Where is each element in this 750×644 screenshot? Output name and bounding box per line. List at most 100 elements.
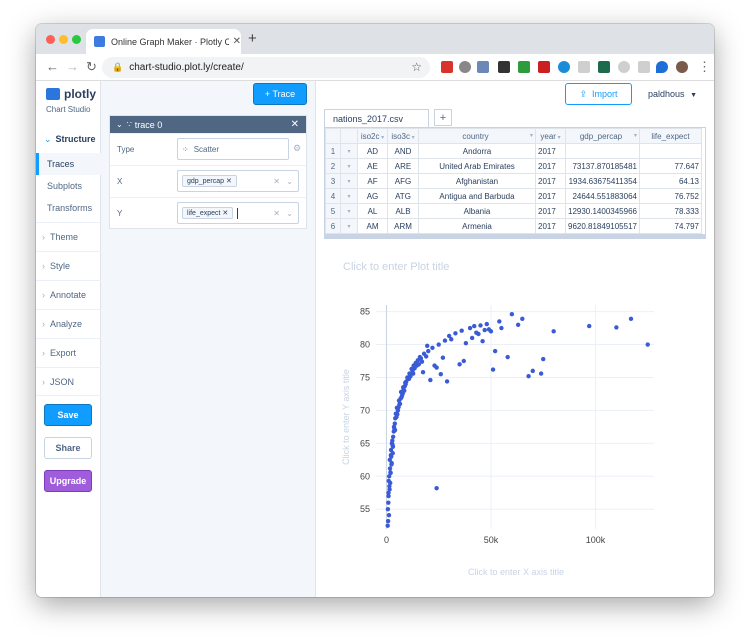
data-point[interactable] <box>400 391 405 396</box>
data-point[interactable] <box>391 424 397 430</box>
y-column-chip[interactable]: life_expect ✕ <box>182 207 234 219</box>
data-point[interactable] <box>438 371 443 377</box>
data-point[interactable] <box>484 321 489 327</box>
back-icon[interactable]: ← <box>46 59 59 74</box>
data-point[interactable] <box>538 371 544 376</box>
extension-icon[interactable] <box>558 61 570 73</box>
data-point[interactable] <box>394 414 399 420</box>
data-point[interactable] <box>526 373 531 379</box>
data-point[interactable] <box>515 322 521 327</box>
data-point[interactable] <box>423 354 429 359</box>
extension-icon[interactable] <box>477 61 489 73</box>
extension-icon[interactable] <box>459 61 471 73</box>
extension-icon[interactable] <box>498 61 510 73</box>
data-point[interactable] <box>426 348 431 354</box>
data-point[interactable] <box>499 325 504 331</box>
data-point[interactable] <box>497 319 502 324</box>
data-point[interactable] <box>505 354 510 360</box>
forward-icon[interactable]: → <box>66 59 79 74</box>
data-point[interactable] <box>461 358 466 364</box>
gear-icon[interactable]: ⚙ <box>293 143 301 154</box>
browser-menu-icon[interactable]: ⋮ <box>698 59 711 75</box>
data-point[interactable] <box>398 396 403 401</box>
close-trace-icon[interactable]: ✕ <box>291 119 299 130</box>
data-point[interactable] <box>385 518 391 524</box>
data-point[interactable] <box>386 500 391 505</box>
data-point[interactable] <box>482 327 487 333</box>
data-point[interactable] <box>541 356 546 362</box>
clear-icon[interactable]: ✕ <box>273 177 280 186</box>
data-point[interactable] <box>490 367 496 372</box>
data-point[interactable] <box>453 331 458 336</box>
zoom-window-button[interactable] <box>72 35 81 44</box>
remove-chip-icon[interactable]: ✕ <box>222 210 228 217</box>
clear-icon[interactable]: ✕ <box>273 209 280 218</box>
data-point[interactable] <box>390 434 396 439</box>
data-point[interactable] <box>418 356 424 361</box>
data-point[interactable] <box>416 362 422 367</box>
extension-icon[interactable] <box>441 61 453 73</box>
data-point[interactable] <box>463 341 469 346</box>
reload-icon[interactable]: ↻ <box>86 59 97 75</box>
data-point[interactable] <box>480 339 485 344</box>
browser-tab[interactable]: Online Graph Maker · Plotly Ch ✕ <box>86 29 241 54</box>
data-point[interactable] <box>390 442 395 447</box>
extension-icon[interactable] <box>578 61 590 73</box>
data-point[interactable] <box>442 338 448 343</box>
scatter-plot[interactable]: 55 60 65 70 75 80 85 0 50k 100k Click to enter X … <box>316 81 714 597</box>
nav-annotate[interactable]: › Annotate <box>36 280 101 309</box>
data-point[interactable] <box>474 330 479 335</box>
nav-sub-traces[interactable]: Traces <box>36 153 101 175</box>
data-point[interactable] <box>530 368 535 374</box>
data-point[interactable] <box>457 362 462 367</box>
trace-header[interactable]: ⌄ ∵ trace 0 ✕ <box>110 116 306 133</box>
data-point[interactable] <box>614 325 619 330</box>
data-point[interactable] <box>386 512 392 518</box>
plotly-logo[interactable]: plotly <box>46 87 96 101</box>
upgrade-button[interactable]: Upgrade <box>44 470 92 492</box>
data-point[interactable] <box>389 462 394 467</box>
data-point[interactable] <box>478 323 483 328</box>
data-point[interactable] <box>388 480 393 486</box>
nav-json[interactable]: › JSON <box>36 367 101 396</box>
data-point[interactable] <box>420 370 426 375</box>
minimize-window-button[interactable] <box>59 35 68 44</box>
data-point[interactable] <box>425 343 430 349</box>
extension-icon[interactable] <box>638 61 650 73</box>
extension-icon[interactable] <box>656 61 668 73</box>
data-point[interactable] <box>628 316 634 322</box>
data-point[interactable] <box>434 485 439 491</box>
data-point[interactable] <box>389 454 394 459</box>
data-point[interactable] <box>444 379 450 384</box>
data-point[interactable] <box>388 470 393 475</box>
data-point[interactable] <box>387 466 393 471</box>
data-point[interactable] <box>385 507 391 512</box>
extension-icon[interactable] <box>618 61 630 73</box>
nav-structure[interactable]: ⌄ Structure <box>36 129 101 149</box>
nav-style[interactable]: › Style <box>36 251 101 280</box>
x-axis-title-placeholder[interactable]: Click to enter X axis title <box>468 567 564 577</box>
profile-avatar[interactable] <box>676 61 688 73</box>
data-point[interactable] <box>412 366 417 371</box>
data-point[interactable] <box>396 404 401 410</box>
y-axis-title-placeholder[interactable]: Click to enter Y axis title <box>341 369 351 465</box>
data-point[interactable] <box>386 474 392 479</box>
x-column-chip[interactable]: gdp_percap ✕ <box>182 175 237 187</box>
add-trace-button[interactable]: + Trace <box>253 83 307 105</box>
chevron-down-icon[interactable]: ⌄ <box>286 177 293 186</box>
nav-theme[interactable]: › Theme <box>36 222 101 251</box>
nav-analyze[interactable]: › Analyze <box>36 309 101 338</box>
data-point[interactable] <box>406 376 412 381</box>
nav-export[interactable]: › Export <box>36 338 101 367</box>
data-point[interactable] <box>459 328 464 333</box>
extension-icon[interactable] <box>598 61 610 73</box>
data-point[interactable] <box>492 348 498 354</box>
tab-close-icon[interactable]: ✕ <box>233 36 241 47</box>
data-point[interactable] <box>440 355 446 360</box>
data-point[interactable] <box>428 377 433 383</box>
data-point[interactable] <box>551 329 556 334</box>
share-button[interactable]: Share <box>44 437 92 459</box>
extension-icon[interactable] <box>518 61 530 73</box>
data-point[interactable] <box>469 335 475 341</box>
x-column-select[interactable]: gdp_percap ✕ ✕ ⌄ <box>177 170 299 192</box>
